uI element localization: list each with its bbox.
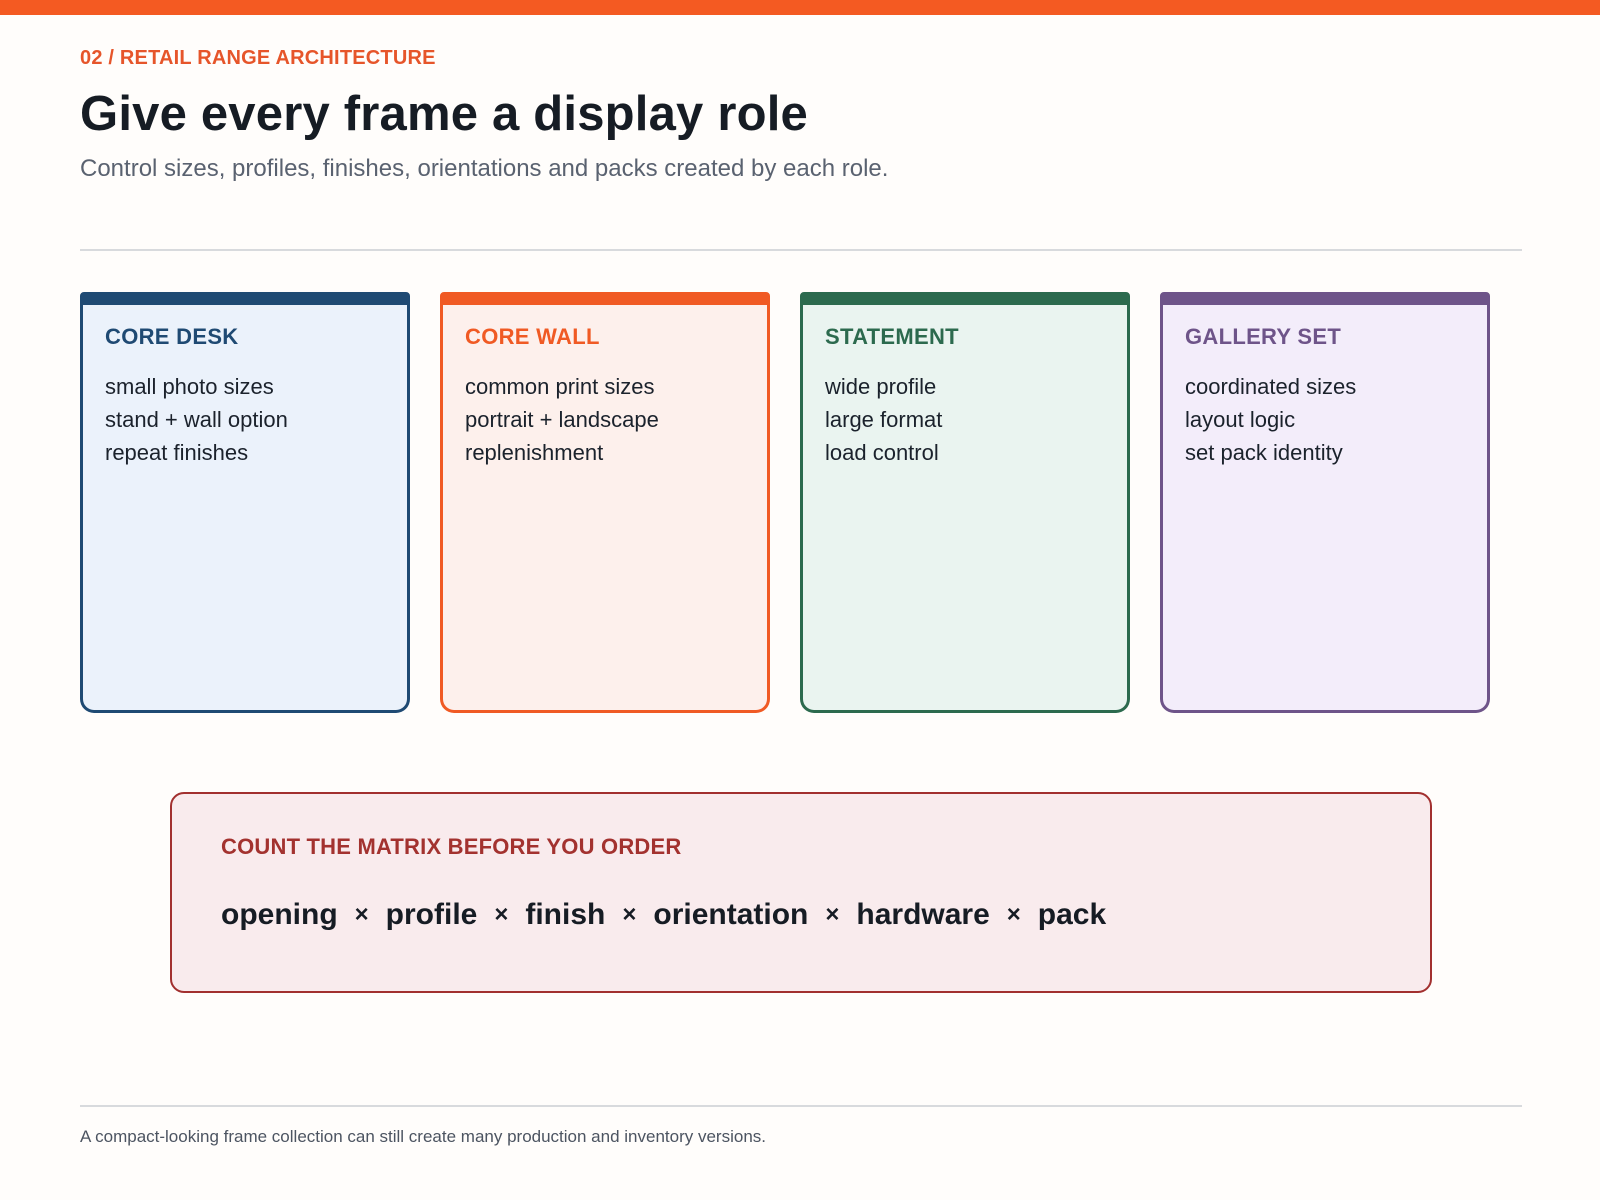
role-card-title: GALLERY SET [1185,324,1342,349]
role-card-list: coordinated sizes layout logic set pack … [1185,370,1465,469]
matrix-formula: opening × profile × finish × orientation… [221,898,1106,932]
top-accent-bar [0,0,1600,15]
role-card-item: wide profile [825,374,937,399]
matrix-factor: opening [221,898,338,931]
role-card-gallery-set: GALLERY SET coordinated sizes layout log… [1160,292,1490,713]
footnote: A compact-looking frame collection can s… [80,1127,767,1146]
matrix-factor: finish [525,898,606,931]
role-card-list: wide profile large format load control [825,370,1105,469]
role-card-item: common print sizes [465,374,655,399]
role-card-item: repeat finishes [105,440,249,465]
role-card-item: coordinated sizes [1185,374,1357,399]
role-card-title: STATEMENT [825,324,959,349]
role-card-item: replenishment [465,440,604,465]
matrix-factor: pack [1037,898,1107,931]
matrix-factor: hardware [856,898,990,931]
matrix-callout-title: COUNT THE MATRIX BEFORE YOU ORDER [221,834,682,859]
role-card-statement: STATEMENT wide profile large format load… [800,292,1130,713]
role-card-title: CORE WALL [465,324,600,349]
role-card-item: load control [825,440,939,465]
role-card-title: CORE DESK [105,324,239,349]
multiply-sign: × [354,901,369,928]
matrix-callout: COUNT THE MATRIX BEFORE YOU ORDER openin… [170,792,1432,993]
matrix-factor: orientation [653,898,809,931]
page-title: Give every frame a display role [80,87,808,141]
role-card-list: common print sizes portrait + landscape … [465,370,745,469]
header-divider [80,249,1522,251]
multiply-sign: × [1006,901,1021,928]
role-card-item: small photo sizes [105,374,274,399]
multiply-sign: × [622,901,637,928]
role-card-item: layout logic [1185,407,1296,432]
multiply-sign: × [494,901,509,928]
page-subtitle: Control sizes, profiles, finishes, orien… [80,155,889,182]
role-card-item: stand + wall option [105,407,288,432]
role-card-item: set pack identity [1185,440,1343,465]
multiply-sign: × [825,901,840,928]
role-card-item: large format [825,407,943,432]
display-role-cards: CORE DESK small photo sizes stand + wall… [80,292,1500,713]
matrix-factor: profile [385,898,478,931]
role-card-core-desk: CORE DESK small photo sizes stand + wall… [80,292,410,713]
section-eyebrow: 02 / RETAIL RANGE ARCHITECTURE [80,47,436,69]
role-card-core-wall: CORE WALL common print sizes portrait + … [440,292,770,713]
role-card-list: small photo sizes stand + wall option re… [105,370,385,469]
footer-divider [80,1105,1522,1107]
role-card-item: portrait + landscape [465,407,659,432]
